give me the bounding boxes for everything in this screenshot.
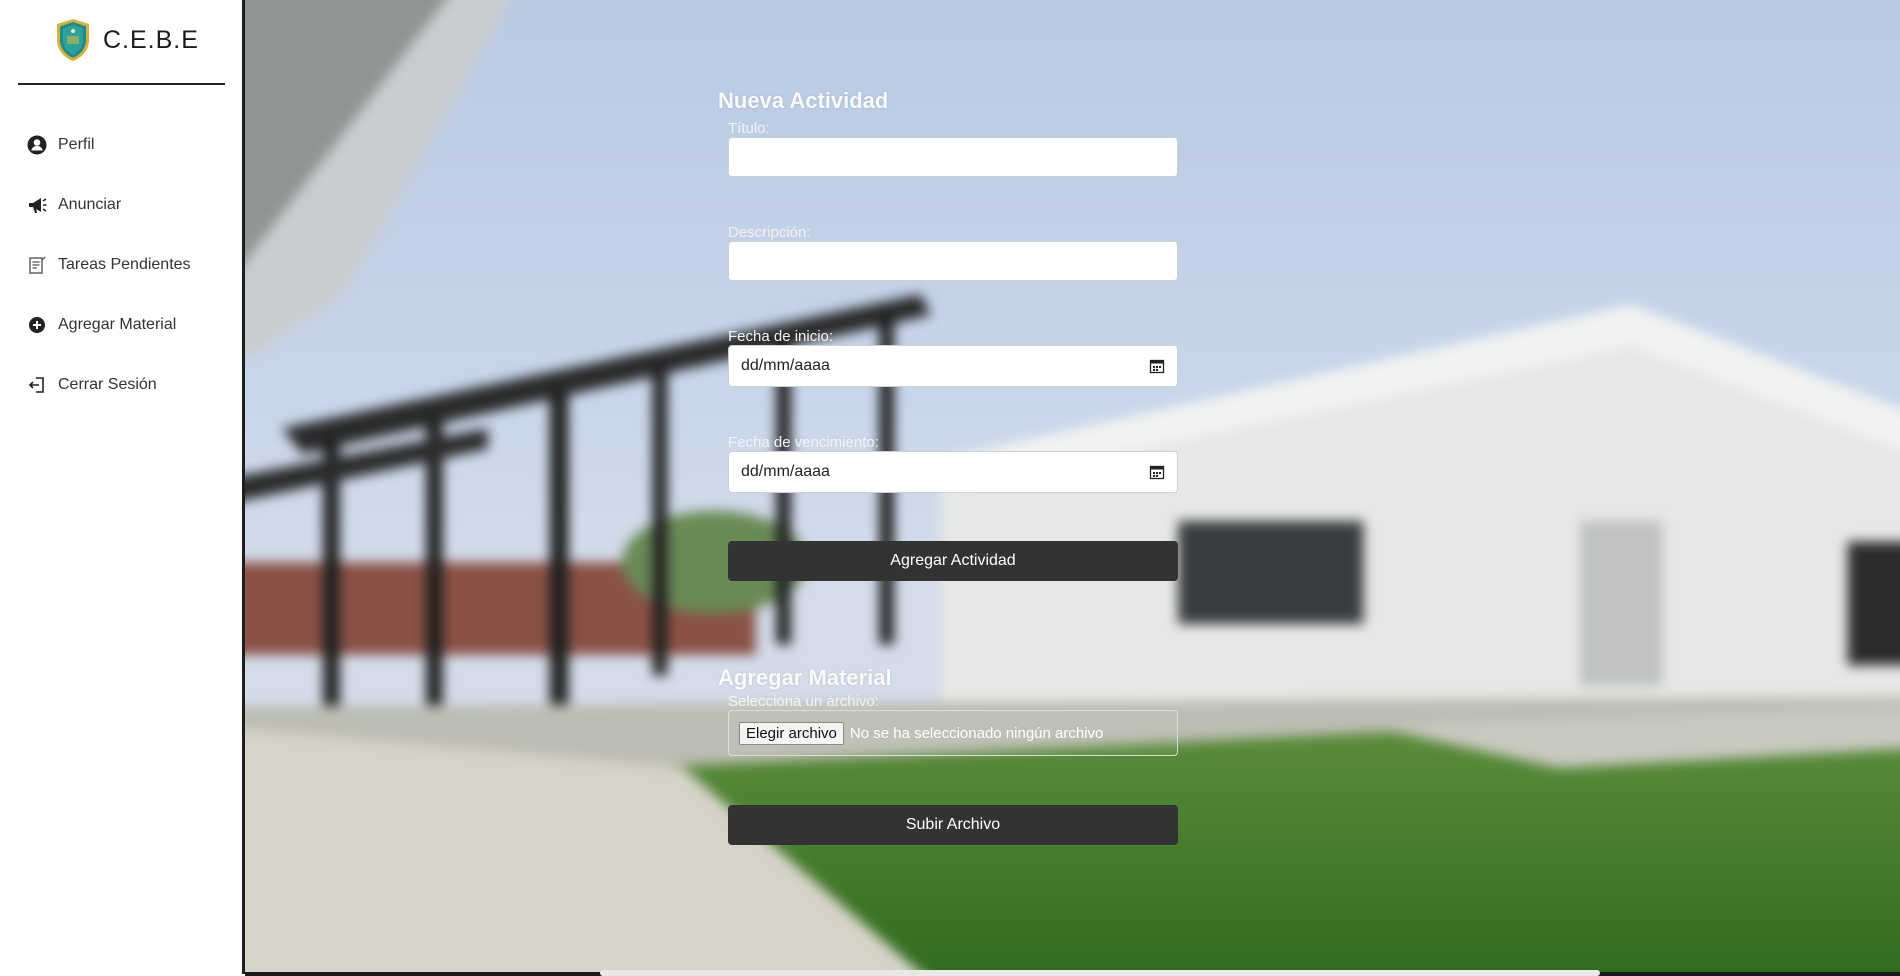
plus-circle-icon bbox=[26, 314, 48, 336]
sidebar-item-label: Tareas Pendientes bbox=[58, 256, 191, 273]
agregar-actividad-button[interactable]: Agregar Actividad bbox=[728, 541, 1178, 581]
task-list-icon bbox=[26, 254, 48, 276]
forms-container: Nueva Actividad Título: Descripción: Fec… bbox=[718, 88, 1188, 845]
sidebar-item-cerrar-sesion[interactable]: Cerrar Sesión bbox=[26, 370, 191, 400]
fecha-vencimiento-label: Fecha de vencimiento: bbox=[728, 434, 879, 451]
fecha-inicio-input[interactable]: dd/mm/aaaa bbox=[728, 345, 1178, 387]
sidebar-item-label: Anunciar bbox=[58, 196, 122, 213]
sidebar-item-label: Perfil bbox=[58, 136, 95, 153]
sidebar-item-label: Agregar Material bbox=[58, 316, 177, 333]
sidebar-item-agregar-material[interactable]: Agregar Material bbox=[26, 310, 191, 340]
sidebar-nav: Perfil Anunciar Tareas Pendientes Agrega… bbox=[26, 130, 191, 430]
fecha-inicio-label: Fecha de inicio: bbox=[728, 328, 834, 345]
brand-divider bbox=[18, 83, 225, 85]
sidebar-item-perfil[interactable]: Perfil bbox=[26, 130, 191, 160]
titulo-label: Título: bbox=[728, 120, 770, 137]
sidebar-item-anunciar[interactable]: Anunciar bbox=[26, 190, 191, 220]
file-label: Selecciona un archivo: bbox=[728, 693, 879, 710]
choose-file-button[interactable]: Elegir archivo bbox=[739, 721, 844, 745]
school-crest-icon bbox=[57, 19, 89, 61]
logout-icon bbox=[26, 374, 48, 396]
nueva-actividad-title: Nueva Actividad bbox=[718, 88, 889, 113]
sidebar-item-tareas-pendientes[interactable]: Tareas Pendientes bbox=[26, 250, 191, 280]
fecha-vencimiento-placeholder: dd/mm/aaaa bbox=[741, 463, 830, 480]
agregar-material-title: Agregar Material bbox=[718, 665, 892, 690]
sidebar: C.E.B.E Perfil Anunciar Tareas Pendiente… bbox=[0, 0, 245, 974]
descripcion-label: Descripción: bbox=[728, 224, 811, 241]
fecha-vencimiento-input[interactable]: dd/mm/aaaa bbox=[728, 451, 1178, 493]
titulo-input[interactable] bbox=[728, 137, 1178, 177]
page: C.E.B.E Perfil Anunciar Tareas Pendiente… bbox=[0, 0, 1900, 976]
megaphone-icon bbox=[26, 194, 48, 216]
brand: C.E.B.E bbox=[55, 18, 199, 62]
subir-archivo-button[interactable]: Subir Archivo bbox=[728, 805, 1178, 845]
file-input[interactable]: Elegir archivo No se ha seleccionado nin… bbox=[728, 710, 1178, 756]
calendar-icon[interactable] bbox=[1149, 358, 1165, 374]
descripcion-input[interactable] bbox=[728, 241, 1178, 281]
user-circle-icon bbox=[26, 134, 48, 156]
fecha-inicio-placeholder: dd/mm/aaaa bbox=[741, 357, 830, 374]
calendar-icon[interactable] bbox=[1149, 464, 1165, 480]
file-status: No se ha seleccionado ningún archivo bbox=[849, 724, 1104, 742]
horizontal-scrollbar[interactable] bbox=[600, 970, 1600, 976]
sidebar-item-label: Cerrar Sesión bbox=[58, 376, 157, 393]
brand-name: C.E.B.E bbox=[103, 25, 199, 54]
